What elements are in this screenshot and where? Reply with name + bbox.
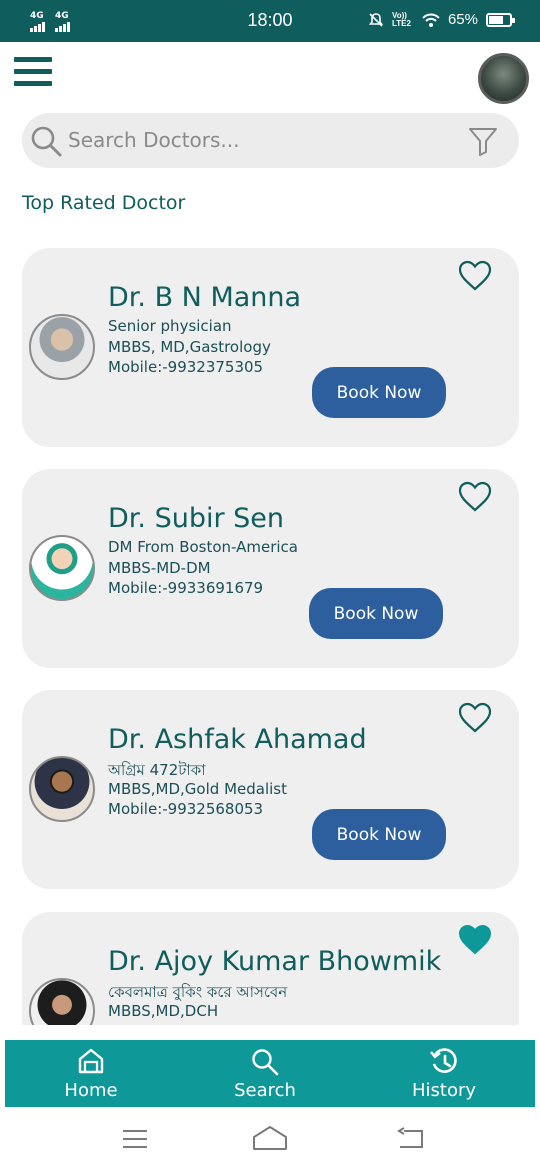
search-input[interactable] [68, 121, 448, 159]
menu-icon[interactable] [14, 57, 52, 87]
heart-icon[interactable] [458, 481, 492, 513]
doctor-photo [29, 978, 95, 1025]
doctor-card[interactable]: Dr. Subir Sen DM From Boston-America MBB… [22, 469, 519, 668]
nav-search[interactable]: Search [195, 1040, 335, 1107]
search-icon [252, 1049, 279, 1076]
doctor-mobile: Mobile:-9932375305 [108, 358, 264, 376]
doctor-name: Dr. Ashfak Ahamad [108, 724, 367, 755]
system-menu-icon[interactable] [121, 1129, 149, 1149]
nav-history[interactable]: History [374, 1040, 514, 1107]
heart-icon[interactable] [458, 260, 492, 292]
system-home-icon[interactable] [252, 1125, 288, 1151]
doctor-name: Dr. Ajoy Kumar Bhowmik [108, 946, 442, 977]
system-back-icon[interactable] [396, 1127, 426, 1149]
home-icon [78, 1048, 104, 1074]
heart-icon[interactable] [458, 702, 492, 734]
system-nav [0, 1107, 540, 1170]
search-icon [31, 126, 62, 157]
doctor-degrees: MBBS,MD,DCH [108, 1002, 219, 1020]
book-now-button[interactable]: Book Now [312, 809, 446, 860]
doctor-mobile: Mobile:-9933691679 [108, 579, 264, 597]
heart-filled-icon[interactable] [458, 924, 492, 956]
doctor-card[interactable]: Dr. B N Manna Senior physician MBBS, MD,… [22, 248, 519, 447]
doctor-designation: DM From Boston-America [108, 538, 298, 556]
doctor-name: Dr. Subir Sen [108, 503, 285, 534]
nav-home-label: Home [64, 1080, 118, 1101]
filter-icon[interactable] [468, 126, 498, 156]
bottom-nav: Home Search History [5, 1040, 535, 1107]
doctor-photo [29, 314, 95, 380]
doctor-degrees: MBBS-MD-DM [108, 559, 211, 577]
doctor-mobile: Mobile:-9932568053 [108, 800, 264, 818]
doctor-card[interactable]: Dr. Ajoy Kumar Bhowmik কেবলমাত্র বুকিং ক… [22, 912, 519, 1025]
avatar[interactable] [478, 53, 529, 104]
doctor-degrees: MBBS,MD,Gold Medalist [108, 780, 287, 798]
section-title: Top Rated Doctor [22, 192, 186, 214]
nav-history-label: History [411, 1080, 477, 1101]
search-bar[interactable] [22, 113, 519, 168]
book-now-button[interactable]: Book Now [312, 367, 446, 418]
doctor-name: Dr. B N Manna [108, 282, 302, 313]
doctor-designation: Senior physician [108, 317, 232, 335]
nav-home[interactable]: Home [21, 1040, 161, 1107]
history-icon [430, 1048, 457, 1073]
nav-search-label: Search [234, 1080, 296, 1101]
doctor-degrees: MBBS, MD,Gastrology [108, 338, 271, 356]
book-now-button[interactable]: Book Now [309, 588, 443, 639]
doctor-card[interactable]: Dr. Ashfak Ahamad অগ্রিম 472টাকা MBBS,MD… [22, 690, 519, 889]
doctor-photo [29, 756, 95, 822]
doctor-photo [29, 535, 95, 601]
